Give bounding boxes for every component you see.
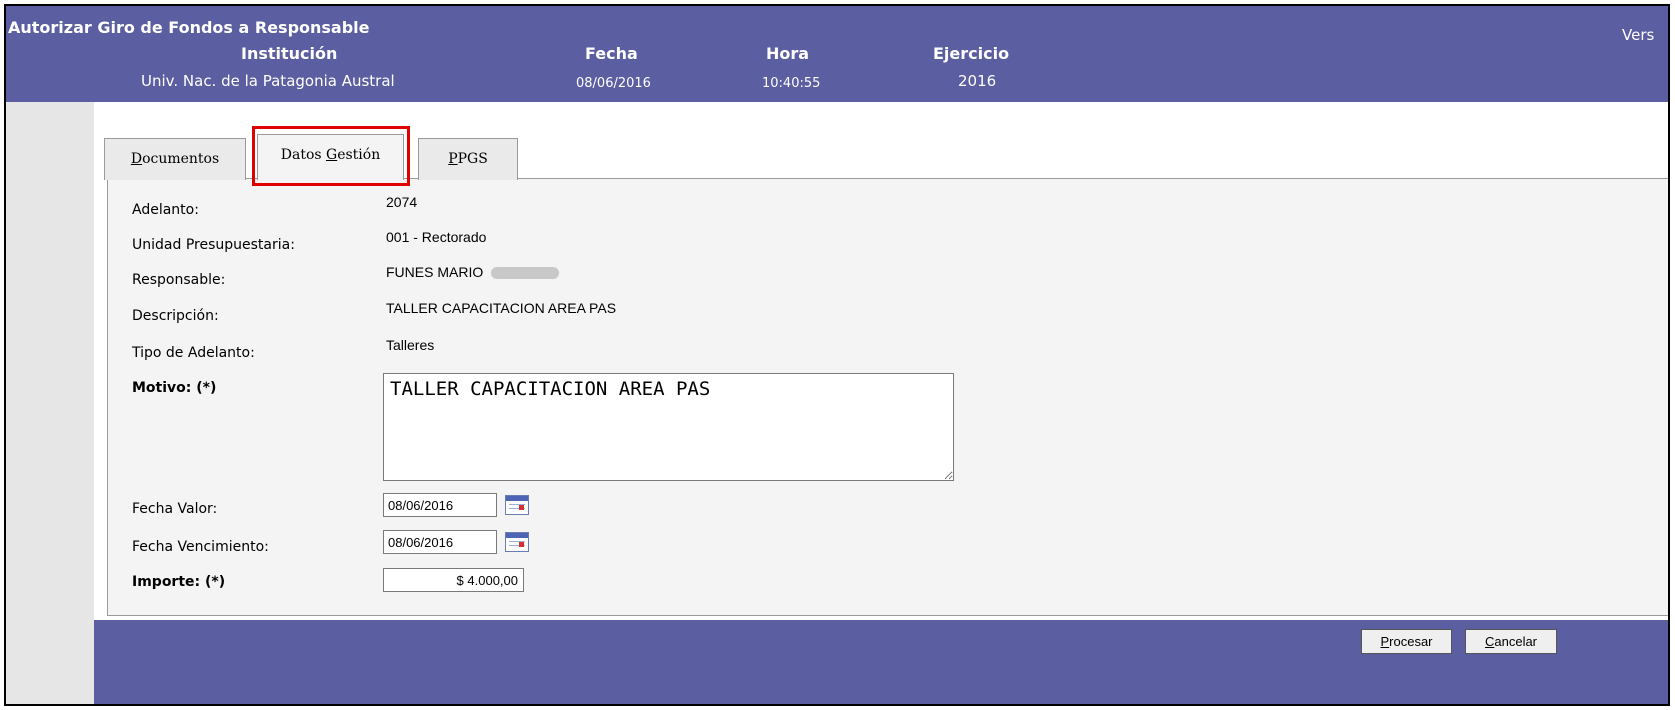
unidad-presupuestaria-value: 001 - Rectorado bbox=[386, 229, 487, 245]
importe-input[interactable] bbox=[383, 568, 524, 592]
cancelar-suffix: ancelar bbox=[1494, 634, 1538, 649]
motivo-textarea[interactable]: TALLER CAPACITACION AREA PAS bbox=[383, 373, 954, 481]
tab-documentos[interactable]: Documentos bbox=[104, 138, 246, 180]
motivo-label: Motivo: (*) bbox=[132, 380, 217, 396]
version-label: Vers bbox=[1622, 26, 1655, 44]
page-header: Autorizar Giro de Fondos a Responsable V… bbox=[6, 6, 1668, 102]
descripcion-label: Descripción: bbox=[132, 308, 219, 324]
tipo-adelanto-label: Tipo de Adelanto: bbox=[132, 345, 255, 361]
page-title: Autorizar Giro de Fondos a Responsable bbox=[8, 18, 370, 37]
fecha-valor-label: Fecha Valor: bbox=[132, 501, 218, 517]
tab-documentos-suffix: ocumentos bbox=[142, 151, 220, 167]
fecha-valor-input[interactable] bbox=[383, 493, 497, 517]
tab-documentos-accesskey: D bbox=[130, 151, 143, 167]
importe-label: Importe: (*) bbox=[132, 574, 226, 590]
fecha-value: 08/06/2016 bbox=[576, 76, 651, 91]
unidad-presupuestaria-label: Unidad Presupuestaria: bbox=[132, 237, 295, 253]
responsable-label: Responsable: bbox=[132, 272, 226, 288]
institucion-value: Univ. Nac. de la Patagonia Austral bbox=[141, 72, 395, 90]
cancelar-accesskey: C bbox=[1484, 634, 1495, 649]
adelanto-label: Adelanto: bbox=[132, 202, 199, 218]
tab-ppgs-accesskey: P bbox=[448, 151, 458, 167]
tab-ppgs[interactable]: PPGS bbox=[418, 138, 518, 180]
fecha-label: Fecha bbox=[585, 44, 638, 63]
adelanto-value: 2074 bbox=[386, 194, 418, 210]
cancelar-button[interactable]: Cancelar bbox=[1465, 629, 1557, 654]
application-window: Autorizar Giro de Fondos a Responsable V… bbox=[4, 4, 1670, 706]
hora-label: Hora bbox=[766, 44, 810, 63]
tipo-adelanto-value: Talleres bbox=[386, 337, 435, 353]
ejercicio-label: Ejercicio bbox=[933, 44, 1010, 63]
fecha-vencimiento-label: Fecha Vencimiento: bbox=[132, 539, 269, 555]
hora-value: 10:40:55 bbox=[762, 76, 821, 91]
tab-ppgs-suffix: PGS bbox=[457, 151, 488, 167]
procesar-accesskey: P bbox=[1380, 634, 1390, 649]
procesar-suffix: rocesar bbox=[1389, 634, 1433, 649]
active-tab-highlight bbox=[252, 126, 410, 186]
procesar-button[interactable]: Procesar bbox=[1361, 629, 1452, 654]
fecha-vencimiento-input[interactable] bbox=[383, 530, 497, 554]
ejercicio-value: 2016 bbox=[958, 72, 997, 90]
responsable-value: FUNES MARIO bbox=[386, 264, 484, 280]
calendar-icon[interactable] bbox=[505, 532, 529, 552]
responsable-field: FUNES MARIO bbox=[386, 264, 560, 280]
calendar-icon[interactable] bbox=[505, 495, 529, 515]
institucion-label: Institución bbox=[241, 44, 338, 63]
descripcion-value: TALLER CAPACITACION AREA PAS bbox=[386, 300, 617, 316]
redacted-name bbox=[491, 267, 560, 280]
